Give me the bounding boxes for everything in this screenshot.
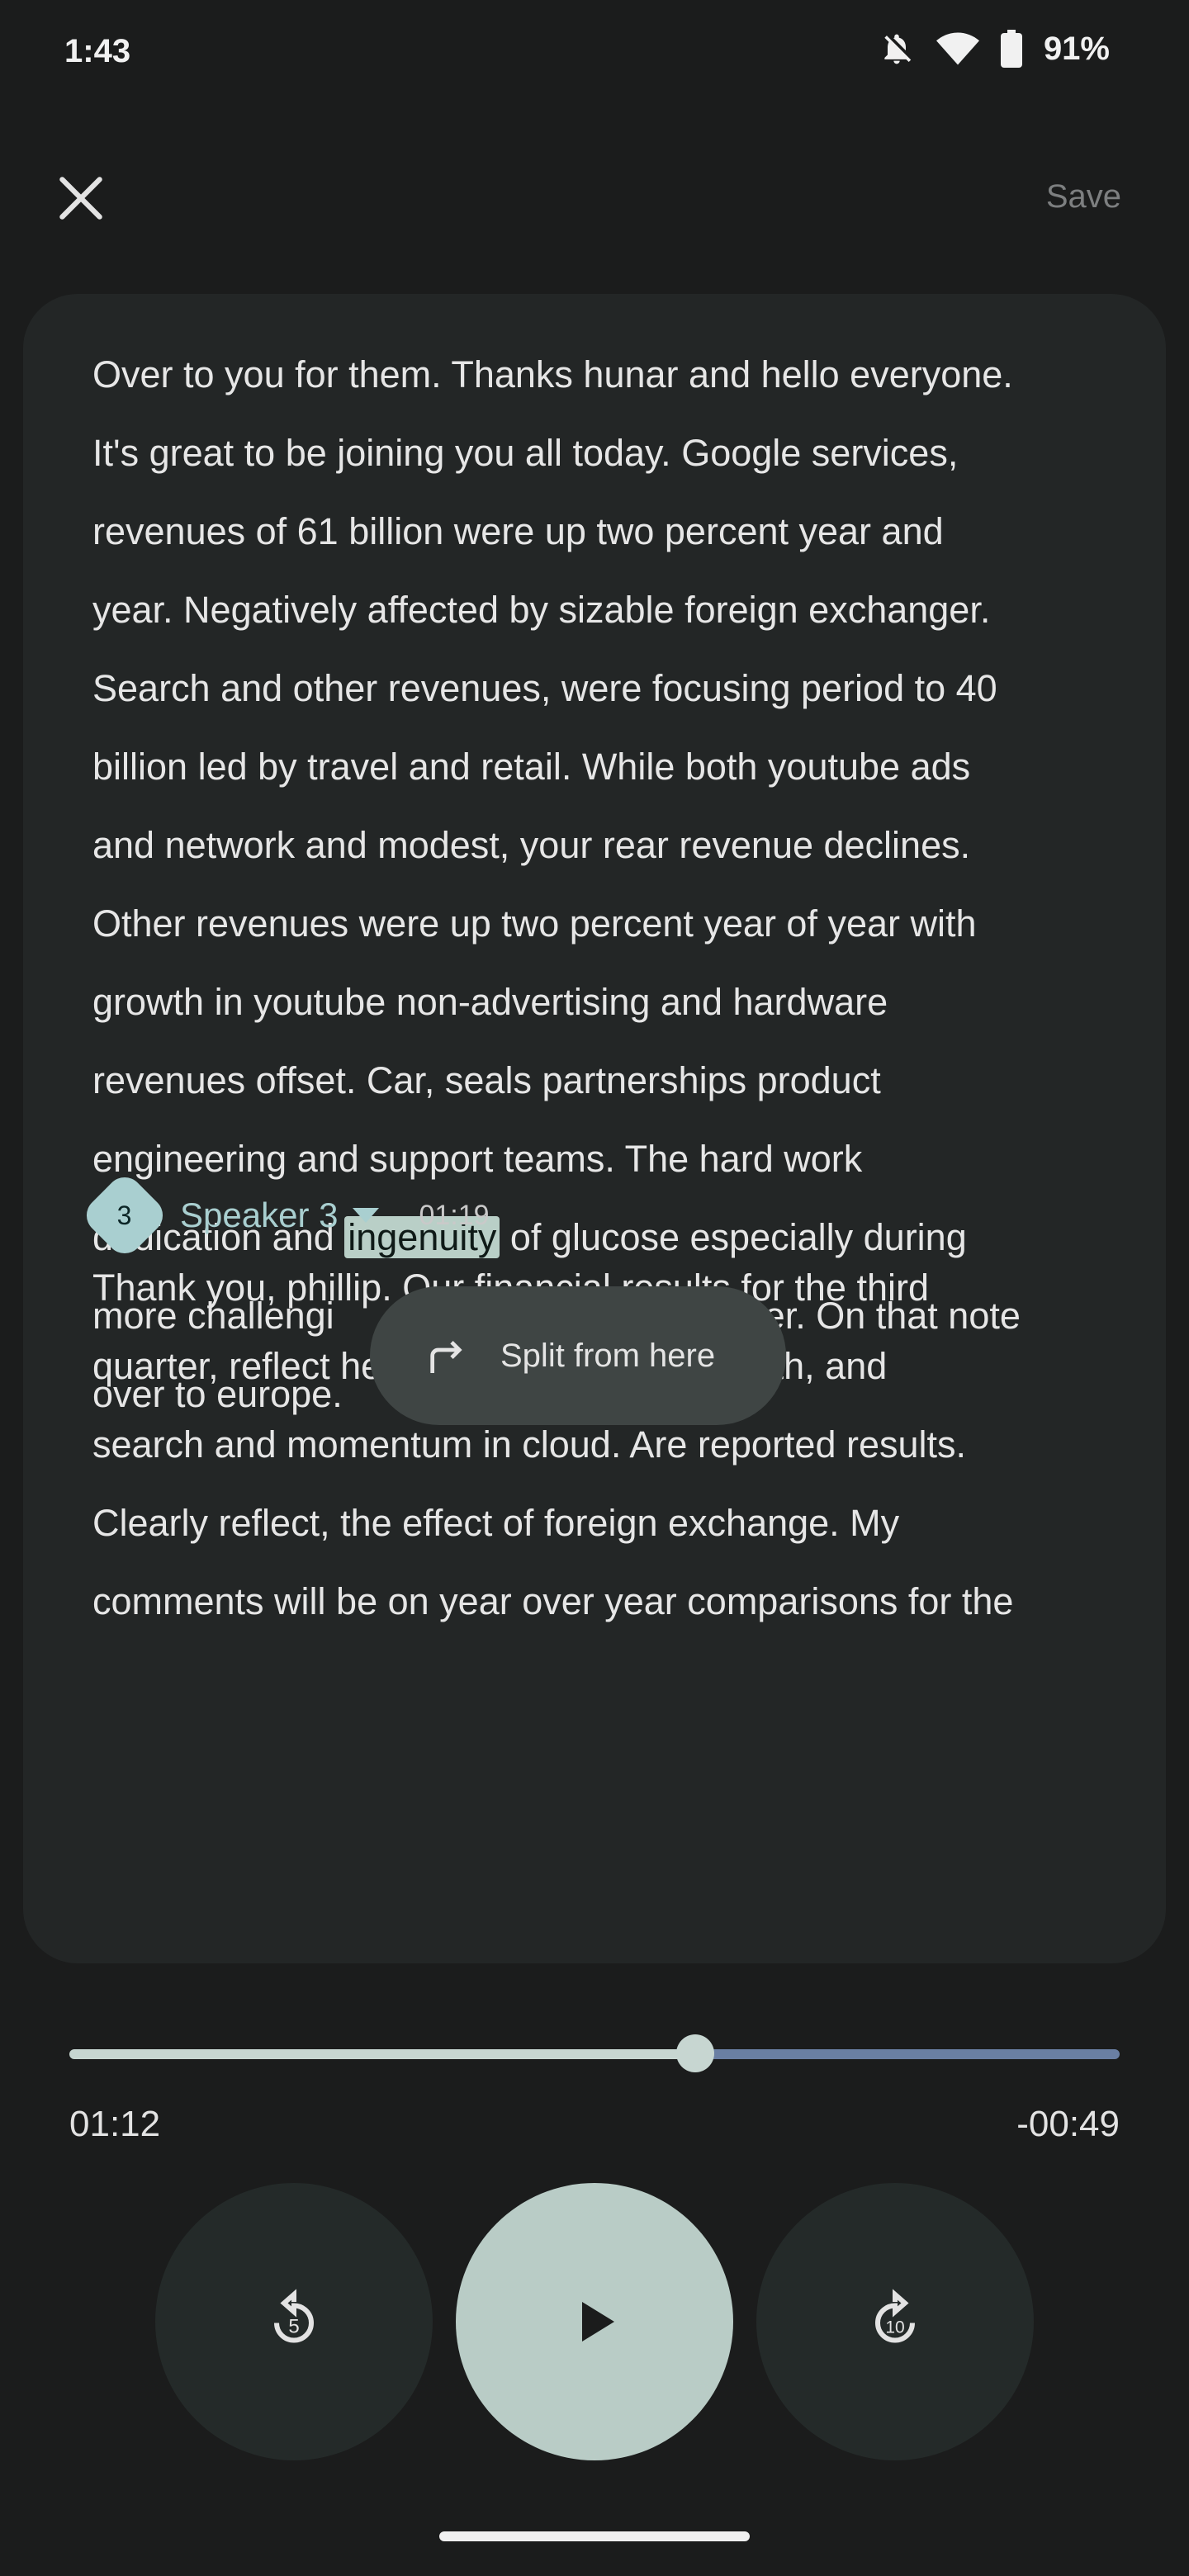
forward-seconds: 10 <box>885 2318 904 2337</box>
progress-thumb[interactable] <box>676 2034 715 2072</box>
notifications-off-icon <box>884 34 912 64</box>
play-button[interactable] <box>456 2183 733 2460</box>
status-icons: 91% <box>879 30 1110 68</box>
speaker-timestamp: 01:19 <box>419 1199 490 1231</box>
speaker-number: 3 <box>117 1200 132 1230</box>
split-arrow-icon <box>430 1341 462 1373</box>
battery-percent: 91% <box>1043 30 1110 67</box>
status-time: 1:43 <box>64 33 131 69</box>
forward-button[interactable]: 10 <box>756 2183 1034 2460</box>
transcript-line: Other revenues were up two percent year … <box>92 902 977 945</box>
transcript-line: growth in youtube non-advertising and ha… <box>92 981 888 1023</box>
split-label: Split from here <box>500 1337 716 1374</box>
replay-5-icon: 5 <box>274 2289 314 2343</box>
transcript-line: comments will be on year over year compa… <box>92 1580 1014 1622</box>
transcript-line: year. Negatively affected by sizable for… <box>92 589 991 631</box>
remaining-time: -00:49 <box>1016 2104 1120 2144</box>
battery-icon <box>1000 30 1022 68</box>
chevron-down-icon[interactable] <box>353 1208 380 1223</box>
save-button[interactable]: Save <box>1046 178 1121 215</box>
rewind-seconds: 5 <box>288 2316 299 2338</box>
transcript-line: Clearly reflect, the effect of foreign e… <box>92 1502 900 1544</box>
close-button[interactable] <box>53 170 109 226</box>
transcript-line: and network and modest, your rear revenu… <box>92 824 971 866</box>
transcript-card: Over to you for them. Thanks hunar and h… <box>23 294 1166 1963</box>
home-indicator[interactable] <box>439 2531 750 2541</box>
play-icon <box>582 2302 614 2342</box>
transcript-line: Over to you for them. Thanks hunar and h… <box>92 353 1013 395</box>
speaker-row: 3 Speaker 3 01:19 <box>78 1169 490 1262</box>
current-time: 01:12 <box>69 2104 161 2144</box>
transcript-line: Search and other revenues, were focusing… <box>92 667 997 709</box>
transcript-line: It's great to be joining you all today. … <box>92 432 959 474</box>
wifi-icon <box>936 32 979 65</box>
forward-10-icon: 10 <box>875 2289 915 2343</box>
rewind-button[interactable]: 5 <box>155 2183 433 2460</box>
speaker-badge[interactable]: 3 <box>78 1169 171 1262</box>
transcript-line: billion led by travel and retail. While … <box>92 746 971 788</box>
progress-played[interactable] <box>69 2049 696 2059</box>
close-icon <box>59 177 102 220</box>
transcript-line: revenues of 61 billion were up two perce… <box>92 510 944 552</box>
progress-remaining[interactable] <box>695 2049 1120 2059</box>
transcript-line: revenues offset. Car, seals partnerships… <box>92 1059 881 1101</box>
speaker-name[interactable]: Speaker 3 <box>180 1196 338 1235</box>
split-from-here-button[interactable]: Split from here <box>370 1286 786 1425</box>
